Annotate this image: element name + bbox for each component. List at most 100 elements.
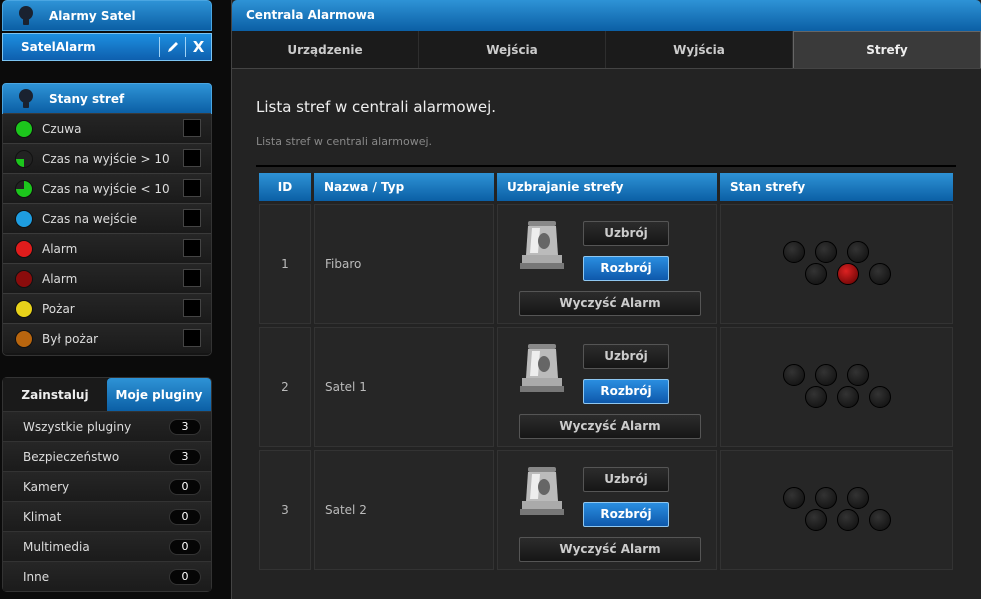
zone-name: Satel 1	[314, 327, 494, 447]
table-row: 1 Fibaro Uzbrój Rozbrój Wyczyść Alarm	[259, 204, 953, 324]
state-item: Był pożar	[3, 323, 211, 353]
zone-state-cell	[720, 450, 953, 570]
state-label: Czas na wejście	[42, 211, 137, 226]
state-list: Czuwa Czas na wyjście > 10 Czas na wyjście…	[3, 113, 211, 353]
arm-button[interactable]: Uzbrój	[583, 344, 669, 369]
zone-state-cell	[720, 327, 953, 447]
count-badge: 0	[169, 539, 201, 555]
arming-cell: Uzbrój Rozbrój Wyczyść Alarm	[497, 450, 717, 570]
state-checkbox[interactable]	[183, 269, 201, 287]
state-checkbox[interactable]	[183, 329, 201, 347]
tab-my-plugins[interactable]: Moje pluginy	[107, 378, 211, 411]
plugin-category-label: Wszystkie pluginy	[23, 419, 132, 434]
zone-states-header: Stany stref	[2, 83, 212, 114]
col-name: Nazwa / Typ	[314, 173, 494, 201]
state-item: Czas na wyjście < 10	[3, 173, 211, 203]
state-dot-icon	[15, 299, 33, 318]
plugin-category[interactable]: Wszystkie pluginy 3	[3, 411, 211, 441]
lightbulb-icon	[17, 88, 35, 109]
tab-zones[interactable]: Strefy	[793, 31, 981, 68]
zone-state-led	[847, 487, 869, 509]
plugin-category-label: Klimat	[23, 509, 62, 524]
count-badge: 0	[169, 569, 201, 585]
disarm-button[interactable]: Rozbrój	[583, 256, 669, 281]
disarm-button[interactable]: Rozbrój	[583, 379, 669, 404]
zone-states-panel: Stany stref Czuwa Czas na wyjście > 10 Cza…	[2, 83, 212, 356]
edit-icon[interactable]	[159, 37, 185, 57]
tab-inputs[interactable]: Wejścia	[419, 31, 606, 68]
close-icon[interactable]: X	[185, 37, 211, 57]
plugin-category-label: Bezpieczeństwo	[23, 449, 120, 464]
plugin-category[interactable]: Multimedia 0	[3, 531, 211, 561]
main-panel: Centrala Alarmowa Urządzenie Wejścia Wyj…	[231, 0, 981, 599]
plugin-category-label: Inne	[23, 569, 50, 584]
page-heading: Lista stref w centrali alarmowej.	[256, 98, 497, 116]
state-checkbox[interactable]	[183, 299, 201, 317]
sidebar: Alarmy Satel SatelAlarm X Stany stref Cz…	[0, 0, 214, 599]
state-checkbox[interactable]	[183, 209, 201, 227]
plugins-panel: Zainstaluj Moje pluginy Wszystkie plugin…	[2, 377, 212, 592]
arm-button[interactable]: Uzbrój	[583, 221, 669, 246]
state-item: Czas na wejście	[3, 203, 211, 233]
divider	[256, 165, 956, 167]
state-checkbox[interactable]	[183, 149, 201, 167]
page-subheading: Lista stref w centrali alarmowej.	[256, 135, 433, 148]
zone-state-led	[815, 364, 837, 386]
zone-state-led	[805, 509, 827, 531]
count-badge: 0	[169, 479, 201, 495]
plugin-category-list: Wszystkie pluginy 3 Bezpieczeństwo 3 Kamery 0…	[3, 411, 211, 591]
plugin-tabs: Zainstaluj Moje pluginy	[3, 378, 211, 411]
zone-state-led	[869, 386, 891, 408]
state-dot-icon	[15, 329, 33, 348]
clear-alarm-button[interactable]: Wyczyść Alarm	[519, 537, 701, 562]
disarm-button[interactable]: Rozbrój	[583, 502, 669, 527]
main-title: Centrala Alarmowa	[232, 0, 981, 31]
state-label: Czas na wyjście > 10	[42, 151, 170, 166]
count-badge: 3	[169, 449, 201, 465]
col-arming: Uzbrajanie strefy	[497, 173, 717, 201]
siren-icon	[520, 219, 564, 271]
state-label: Czuwa	[42, 121, 82, 136]
zone-state-led	[837, 263, 859, 285]
zone-state-led	[783, 364, 805, 386]
state-dot-icon	[15, 119, 33, 138]
state-checkbox[interactable]	[183, 119, 201, 137]
tab-outputs[interactable]: Wyjścia	[606, 31, 793, 68]
zone-state-led	[783, 241, 805, 263]
state-label: Pożar	[42, 301, 75, 316]
zone-state-led	[837, 509, 859, 531]
plugin-category[interactable]: Klimat 0	[3, 501, 211, 531]
plugin-category[interactable]: Inne 0	[3, 561, 211, 591]
count-badge: 0	[169, 509, 201, 525]
lightbulb-icon	[17, 5, 35, 26]
table-row: 2 Satel 1 Uzbrój Rozbrój Wyczyść Alarm	[259, 327, 953, 447]
col-state: Stan strefy	[720, 173, 953, 201]
zone-state-led	[783, 487, 805, 509]
zone-state-led	[805, 386, 827, 408]
arm-button[interactable]: Uzbrój	[583, 467, 669, 492]
zone-state-led	[815, 487, 837, 509]
siren-icon	[520, 465, 564, 517]
state-checkbox[interactable]	[183, 179, 201, 197]
zone-id: 1	[259, 204, 311, 324]
col-id: ID	[259, 173, 311, 201]
plugin-title: Alarmy Satel	[49, 8, 136, 23]
clear-alarm-button[interactable]: Wyczyść Alarm	[519, 414, 701, 439]
count-badge: 3	[169, 419, 201, 435]
plugin-category-label: Multimedia	[23, 539, 90, 554]
zone-id: 2	[259, 327, 311, 447]
table-header-row: ID Nazwa / Typ Uzbrajanie strefy Stan st…	[259, 173, 953, 201]
state-label: Alarm	[42, 241, 78, 256]
tab-install[interactable]: Zainstaluj	[3, 378, 107, 411]
plugin-category[interactable]: Kamery 0	[3, 471, 211, 501]
tab-device[interactable]: Urządzenie	[232, 31, 419, 68]
state-dot-icon	[15, 149, 33, 168]
state-item: Pożar	[3, 293, 211, 323]
clear-alarm-button[interactable]: Wyczyść Alarm	[519, 291, 701, 316]
app-item-satelalarm[interactable]: SatelAlarm X	[2, 33, 212, 61]
zone-id: 3	[259, 450, 311, 570]
plugin-category[interactable]: Bezpieczeństwo 3	[3, 441, 211, 471]
zone-state-led	[847, 241, 869, 263]
state-checkbox[interactable]	[183, 239, 201, 257]
zone-state-led	[815, 241, 837, 263]
